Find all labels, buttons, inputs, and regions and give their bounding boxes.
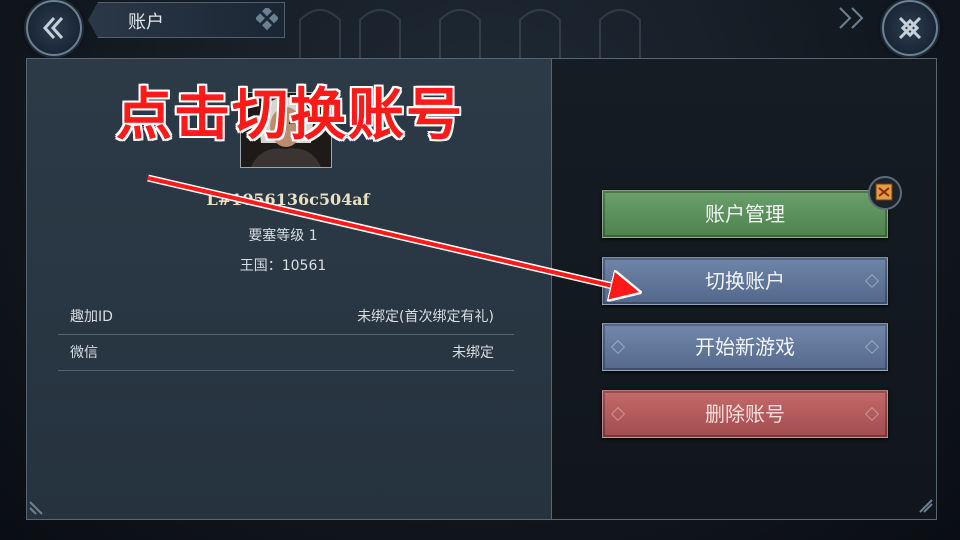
double-chevron-left-icon <box>42 16 64 40</box>
title-ornament-icon <box>256 8 278 30</box>
player-id: L#1056136c504af <box>206 190 370 209</box>
diamond-ornament-icon <box>610 339 626 355</box>
close-button[interactable] <box>882 0 938 56</box>
reward-badge-icon <box>868 176 902 210</box>
diamond-ornament-icon <box>864 406 880 422</box>
fortress-level: 要塞等级 1 <box>248 228 318 244</box>
annotation-text: 点击切换账号 <box>116 83 464 148</box>
kingdom-number: 王国：10561 <box>239 258 327 274</box>
diamond-ornament-icon <box>864 339 880 355</box>
diamond-ornament-icon <box>864 273 880 289</box>
diamond-ornament-icon <box>610 406 626 422</box>
switch-account-button[interactable]: 切换账户 <box>602 257 888 305</box>
binding-status: 未绑定(首次绑定有礼) <box>357 309 494 325</box>
button-label: 切换账户 <box>705 269 785 293</box>
corner-ornament-icon <box>919 499 933 513</box>
binding-label: 趣加ID <box>70 309 113 325</box>
button-label: 开始新游戏 <box>695 335 795 359</box>
binding-row-wechat[interactable]: 微信 未绑定 <box>58 334 514 371</box>
corner-ornament-icon <box>29 501 43 515</box>
crossed-swords-close-icon <box>898 16 922 40</box>
start-new-game-button[interactable]: 开始新游戏 <box>602 323 888 371</box>
page-title: 账户 <box>128 12 164 33</box>
gift-icon <box>875 183 893 201</box>
button-label: 删除账号 <box>705 402 785 426</box>
account-manage-button[interactable]: 账户管理 <box>602 190 888 238</box>
close-ornament-icon <box>839 7 864 29</box>
back-button[interactable] <box>26 0 82 56</box>
binding-row-funplus[interactable]: 趣加ID 未绑定(首次绑定有礼) <box>58 298 514 335</box>
binding-label: 微信 <box>70 345 98 361</box>
diamond-ornament-icon <box>610 273 626 289</box>
button-label: 账户管理 <box>705 202 785 226</box>
delete-account-button[interactable]: 删除账号 <box>602 390 888 438</box>
binding-status: 未绑定 <box>452 345 494 361</box>
